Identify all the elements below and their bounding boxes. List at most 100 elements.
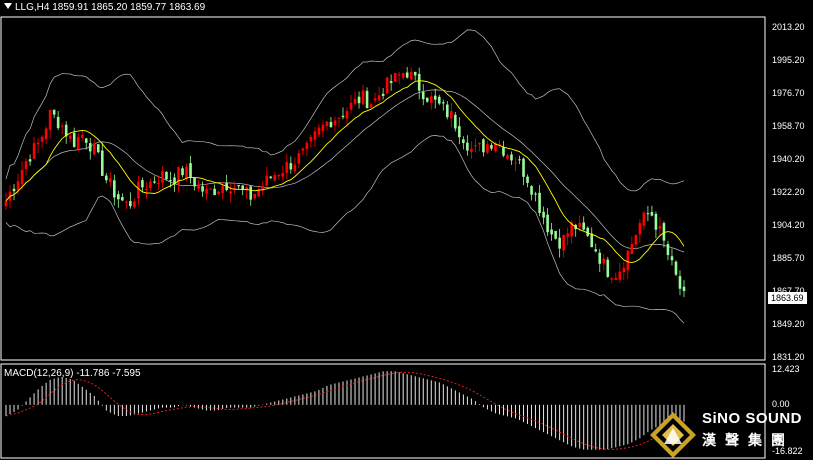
candle-body bbox=[121, 197, 124, 201]
candle-body bbox=[506, 155, 509, 159]
candle-body bbox=[201, 186, 204, 192]
candle-body bbox=[213, 188, 216, 196]
candle-body bbox=[149, 181, 152, 189]
dropdown-triangle-icon[interactable] bbox=[4, 3, 12, 9]
candle-body bbox=[249, 186, 253, 200]
macd-header: MACD(12,26,9) -11.786 -7.595 bbox=[4, 368, 141, 379]
candle-body bbox=[373, 98, 377, 101]
candle-body bbox=[538, 192, 541, 213]
candle-body bbox=[558, 237, 561, 249]
candle-body bbox=[518, 159, 521, 161]
candle-body bbox=[381, 93, 385, 96]
price-tick-label: 1922.20 bbox=[772, 187, 805, 197]
price-series bbox=[4, 29, 686, 324]
candle-body bbox=[125, 201, 128, 203]
candle-body bbox=[24, 161, 28, 170]
candle-body bbox=[454, 114, 457, 129]
price-tick-label: 1831.20 bbox=[772, 352, 805, 362]
candle-body bbox=[562, 235, 565, 251]
candle-body bbox=[68, 135, 72, 139]
candle-body bbox=[534, 193, 537, 195]
candle-body bbox=[554, 230, 557, 239]
candle-body bbox=[450, 111, 453, 119]
candle-body bbox=[614, 277, 618, 281]
candle-body bbox=[682, 286, 686, 291]
symbol-header: LLG,H4 1859.91 1865.20 1859.77 1863.69 bbox=[4, 2, 205, 13]
candle-body bbox=[285, 162, 289, 173]
candle-body bbox=[321, 124, 325, 132]
candle-body bbox=[385, 77, 389, 94]
candle-body bbox=[341, 115, 345, 118]
bollinger-middle-line bbox=[5, 89, 685, 253]
candle-body bbox=[662, 223, 666, 241]
price-tick-label: 1904.20 bbox=[772, 219, 805, 230]
candle-body bbox=[377, 95, 381, 101]
candle-body bbox=[80, 135, 84, 138]
candle-body bbox=[437, 96, 441, 104]
candle-body bbox=[137, 181, 140, 199]
current-price-tag: 1863.69 bbox=[768, 292, 807, 304]
candle-body bbox=[185, 166, 188, 179]
candle-body bbox=[48, 109, 52, 130]
macd-tick-label: 12.423 bbox=[772, 364, 800, 374]
candle-body bbox=[674, 261, 678, 275]
candle-body bbox=[678, 276, 682, 289]
candle-body bbox=[293, 164, 297, 172]
candle-body bbox=[181, 168, 184, 176]
candle-body bbox=[329, 121, 333, 128]
candle-body bbox=[16, 181, 20, 191]
company-logo: SiNO SOUND 漢聲集團 bbox=[646, 408, 813, 460]
candle-body bbox=[433, 95, 437, 100]
candle-body bbox=[76, 137, 80, 150]
candle-body bbox=[602, 258, 606, 264]
candle-body bbox=[522, 158, 525, 177]
candle-body bbox=[526, 176, 529, 183]
candle-body bbox=[446, 104, 449, 118]
candle-body bbox=[193, 177, 196, 187]
candle-body bbox=[622, 268, 626, 273]
candle-body bbox=[542, 211, 545, 218]
candle-body bbox=[642, 212, 646, 226]
candle-body bbox=[169, 180, 172, 182]
candle-body bbox=[40, 136, 44, 142]
candle-body bbox=[345, 110, 349, 119]
candle-body bbox=[60, 125, 64, 127]
candle-body bbox=[361, 90, 365, 105]
candle-body bbox=[646, 213, 650, 215]
candle-body bbox=[145, 188, 148, 190]
logo-name: SiNO SOUND bbox=[702, 410, 803, 427]
candle-body bbox=[638, 223, 642, 235]
candle-body bbox=[510, 154, 513, 161]
candle-body bbox=[546, 214, 549, 233]
candle-body bbox=[109, 178, 112, 183]
candle-body bbox=[88, 143, 92, 152]
candle-body bbox=[72, 132, 76, 147]
macd-series bbox=[5, 371, 685, 450]
candle-body bbox=[578, 222, 581, 227]
candle-body bbox=[52, 109, 56, 115]
candle-body bbox=[417, 73, 421, 91]
candle-body bbox=[369, 104, 373, 108]
candle-body bbox=[606, 259, 610, 277]
candle-body bbox=[405, 72, 409, 78]
candle-body bbox=[20, 170, 24, 185]
candle-body bbox=[594, 249, 598, 252]
candle-body bbox=[421, 92, 425, 100]
candle-body bbox=[466, 142, 469, 151]
candle-body bbox=[277, 175, 281, 177]
candle-body bbox=[301, 148, 305, 151]
candle-body bbox=[96, 144, 100, 153]
candle-body bbox=[634, 235, 638, 245]
candle-body bbox=[241, 185, 244, 190]
candle-body bbox=[610, 278, 614, 280]
price-tick-label: 1976.70 bbox=[772, 88, 805, 99]
candle-body bbox=[269, 176, 273, 178]
candle-body bbox=[253, 193, 257, 199]
candle-body bbox=[36, 142, 40, 145]
candle-body bbox=[117, 194, 120, 200]
chart-canvas[interactable] bbox=[0, 0, 813, 460]
candle-body bbox=[490, 145, 493, 149]
candle-body bbox=[409, 71, 413, 80]
candle-body bbox=[221, 186, 224, 194]
candle-body bbox=[618, 271, 622, 280]
